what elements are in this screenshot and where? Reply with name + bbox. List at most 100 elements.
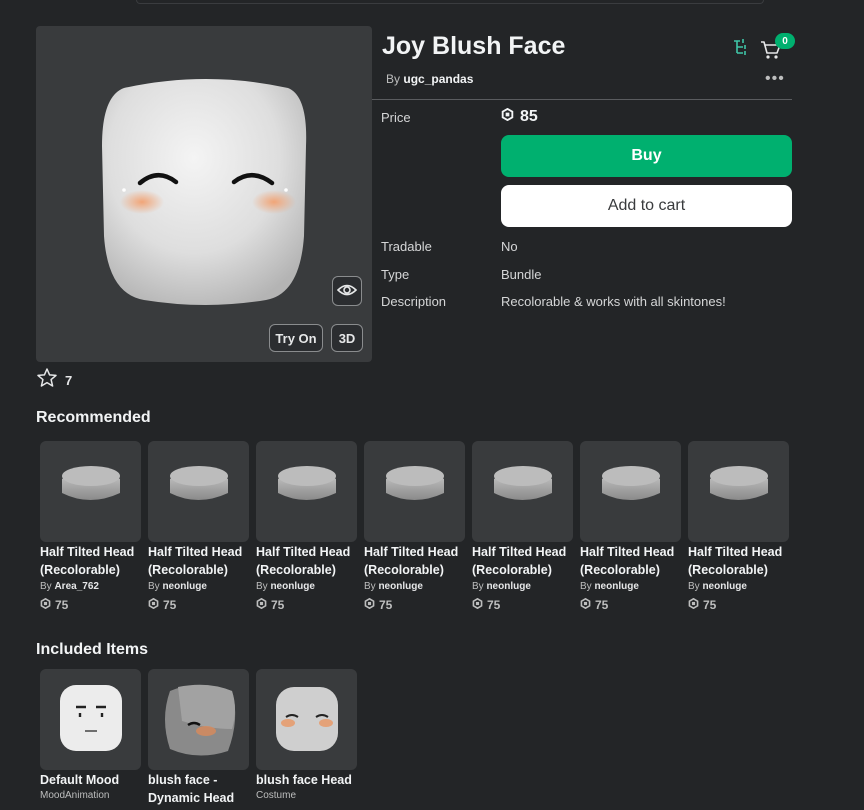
recommended-thumbnail <box>580 441 681 542</box>
recommended-name: Half Tilted Head <box>364 545 459 559</box>
by-prefix: By <box>256 581 268 592</box>
recommended-card[interactable]: Half Tilted Head (Recolorable) By Area_762… <box>40 441 141 612</box>
try-on-button[interactable]: Try On <box>269 324 323 352</box>
included-thumbnail <box>40 669 141 770</box>
default-mood-head-image <box>60 685 122 751</box>
by-prefix: By <box>472 581 484 592</box>
face-preview-image <box>102 79 307 305</box>
recommended-price: 75 <box>148 597 249 612</box>
recommended-card[interactable]: Half Tilted Head (Recolorable) By neonluge… <box>256 441 357 612</box>
recommended-thumbnail <box>472 441 573 542</box>
cart-count-badge: 0 <box>775 33 795 49</box>
type-label: Type <box>381 267 410 282</box>
recommended-price-amount: 75 <box>55 598 69 612</box>
more-icon[interactable]: ••• <box>765 70 785 88</box>
3d-view-button[interactable]: 3D <box>331 324 363 352</box>
recommended-thumbnail <box>40 441 141 542</box>
by-prefix: By <box>688 581 700 592</box>
recommended-price-amount: 75 <box>703 598 717 612</box>
recommended-thumbnail <box>256 441 357 542</box>
description-label: Description <box>381 294 447 309</box>
description-value: Recolorable & works with all skintones! <box>501 294 726 309</box>
recommended-creator: By neonluge <box>580 581 681 592</box>
recommended-name: Half Tilted Head <box>148 545 243 559</box>
item-preview[interactable]: Try On 3D <box>36 26 372 362</box>
dynamic-head-image <box>165 684 236 756</box>
by-prefix: By <box>40 581 52 592</box>
blush-face-head-image <box>276 687 338 751</box>
included-name: Default Mood <box>40 773 120 787</box>
robux-icon <box>364 597 375 612</box>
creator-link[interactable]: ugc_pandas <box>403 72 473 86</box>
favorite-count: 7 <box>65 372 73 388</box>
recommended-card[interactable]: Half Tilted Head (Recolorable) By neonluge… <box>688 441 789 612</box>
price-label: Price <box>381 110 411 125</box>
recommended-card[interactable]: Half Tilted Head (Recolorable) By neonluge… <box>148 441 249 612</box>
tradable-label: Tradable <box>381 239 432 254</box>
recommended-name-line2: (Recolorable) <box>256 563 336 577</box>
header-divider <box>372 99 792 100</box>
recommended-name-line2: (Recolorable) <box>40 563 120 577</box>
included-type: Costume <box>256 790 297 801</box>
included-card[interactable]: blush face Head Costume <box>256 669 357 801</box>
robux-icon <box>580 597 591 612</box>
recommended-creator-name[interactable]: neonluge <box>702 581 746 592</box>
by-prefix: By <box>580 581 592 592</box>
recommended-name-line2: (Recolorable) <box>580 563 660 577</box>
recommended-price: 75 <box>580 597 681 612</box>
recommended-creator: By neonluge <box>472 581 573 592</box>
add-to-cart-button[interactable]: Add to cart <box>501 185 792 227</box>
recommended-price-amount: 75 <box>595 598 609 612</box>
recommended-price-amount: 75 <box>379 598 393 612</box>
recommended-creator-name[interactable]: neonluge <box>378 581 422 592</box>
included-card[interactable]: Default Mood MoodAnimation <box>40 669 141 801</box>
recommended-heading: Recommended <box>36 409 151 426</box>
recommended-card[interactable]: Half Tilted Head (Recolorable) By neonluge… <box>472 441 573 612</box>
recommended-creator: By neonluge <box>364 581 465 592</box>
item-title: Joy Blush Face <box>382 32 566 60</box>
recommended-creator: By neonluge <box>148 581 249 592</box>
recommended-creator-name[interactable]: neonluge <box>162 581 206 592</box>
robux-icon <box>40 597 51 612</box>
recommended-name: Half Tilted Head <box>580 545 675 559</box>
recommended-creator: By neonluge <box>688 581 789 592</box>
recommended-card[interactable]: Half Tilted Head (Recolorable) By neonluge… <box>364 441 465 612</box>
recommended-price: 75 <box>364 597 465 612</box>
recommended-creator-name[interactable]: neonluge <box>270 581 314 592</box>
recommended-price-amount: 75 <box>487 598 501 612</box>
recommended-creator: By Area_762 <box>40 581 141 592</box>
recommended-thumbnail <box>364 441 465 542</box>
included-thumbnail <box>148 669 249 770</box>
outfit-tree-icon[interactable] <box>732 38 750 61</box>
recommended-name: Half Tilted Head <box>40 545 135 559</box>
favorite-button[interactable]: 7 <box>37 368 72 392</box>
recommended-creator-name[interactable]: Area_762 <box>54 581 98 592</box>
star-icon <box>37 368 57 392</box>
buy-button[interactable]: Buy <box>501 135 792 177</box>
by-prefix: By <box>148 581 160 592</box>
recommended-name: Half Tilted Head <box>256 545 351 559</box>
robux-icon <box>472 597 483 612</box>
recommended-price-amount: 75 <box>163 598 177 612</box>
included-name: blush face Head <box>256 773 352 787</box>
price-value: 85 <box>501 107 538 126</box>
included-items-heading: Included Items <box>36 641 149 658</box>
recommended-price-amount: 75 <box>271 598 285 612</box>
recommended-name-line2: (Recolorable) <box>688 563 768 577</box>
top-search-bar-edge <box>136 0 764 4</box>
robux-icon <box>148 597 159 612</box>
recommended-card[interactable]: Half Tilted Head (Recolorable) By neonluge… <box>580 441 681 612</box>
recommended-price: 75 <box>40 597 141 612</box>
robux-icon <box>688 597 699 612</box>
tradable-value: No <box>501 239 518 254</box>
included-card[interactable]: blush face - Dynamic Head <box>148 669 249 807</box>
robux-icon <box>256 597 267 612</box>
recommended-creator-name[interactable]: neonluge <box>486 581 530 592</box>
preview-toggle-button[interactable] <box>332 276 362 306</box>
recommended-creator-name[interactable]: neonluge <box>594 581 638 592</box>
recommended-name-line2: (Recolorable) <box>364 563 444 577</box>
included-thumbnail <box>256 669 357 770</box>
price-amount: 85 <box>520 108 538 125</box>
item-creator: By ugc_pandas <box>386 72 473 86</box>
by-prefix: By <box>364 581 376 592</box>
